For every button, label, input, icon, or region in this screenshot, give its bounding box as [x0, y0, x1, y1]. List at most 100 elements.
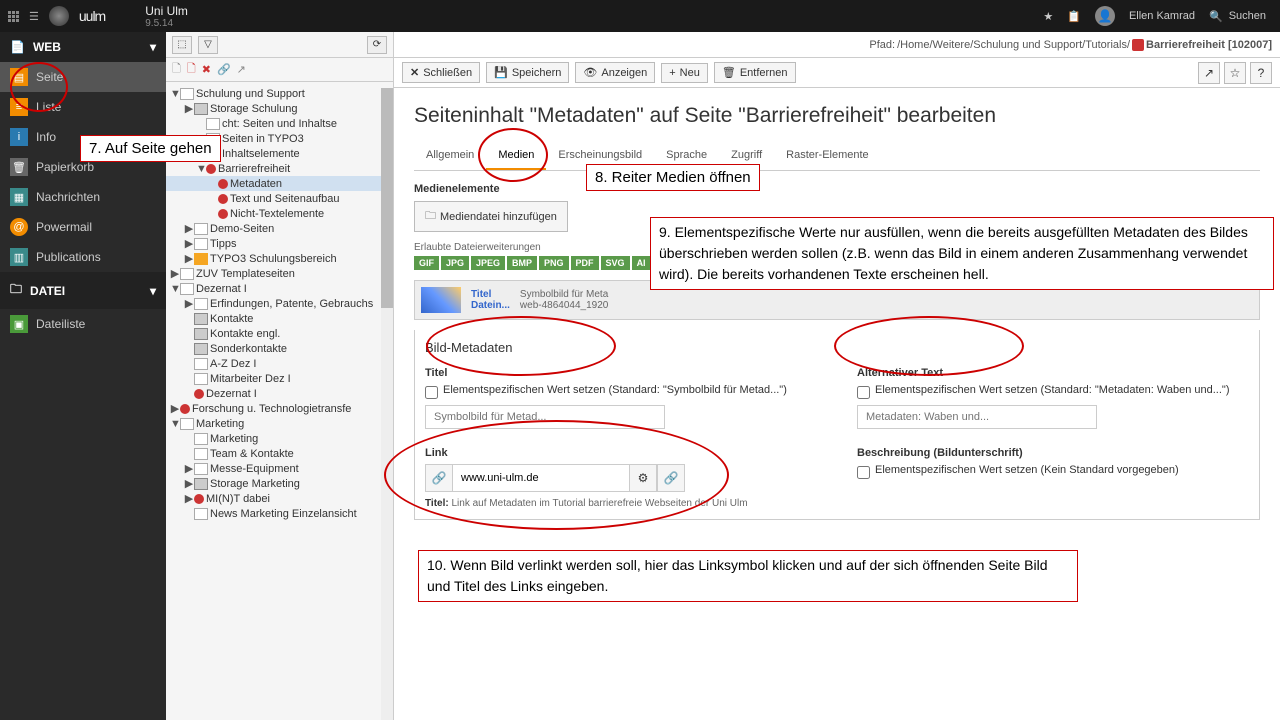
- checkbox-titel[interactable]: [425, 386, 438, 399]
- tree-btn-1[interactable]: ⬚: [172, 36, 192, 54]
- tree-node[interactable]: ▶MI(N)T dabei: [166, 491, 393, 506]
- section-media: Medienelemente: [414, 183, 1260, 195]
- tree-node[interactable]: Text und Seitenaufbau: [166, 191, 393, 206]
- search-label[interactable]: Suchen: [1229, 10, 1266, 22]
- tree-node[interactable]: ▼Barrierefreiheit: [166, 161, 393, 176]
- sidebar-item-seite[interactable]: ▤Seite: [0, 62, 166, 92]
- star-icon[interactable]: ☆: [1224, 62, 1246, 84]
- annotation-9: 9. Elementspezifische Werte nur ausfülle…: [650, 217, 1274, 290]
- new-button[interactable]: +Neu: [661, 63, 708, 83]
- new-page-red-icon[interactable]: 🗋: [187, 60, 196, 79]
- folder-icon: 🗀: [425, 207, 436, 226]
- input-link[interactable]: [453, 464, 629, 492]
- ext-icon[interactable]: ↗: [237, 63, 246, 76]
- sidebar-item-publications[interactable]: ▥Publications: [0, 242, 166, 272]
- input-alt[interactable]: [857, 405, 1097, 429]
- add-media-button[interactable]: 🗀Mediendatei hinzufügen: [414, 201, 568, 232]
- sidebar-item-liste[interactable]: ≡Liste: [0, 92, 166, 122]
- annotation-7: 7. Auf Seite gehen: [80, 135, 221, 162]
- filter-icon[interactable]: ▽: [198, 36, 218, 54]
- checkbox-alt[interactable]: [857, 386, 870, 399]
- close-button[interactable]: ✕Schließen: [402, 62, 480, 83]
- logo-icon: [49, 6, 69, 26]
- link-wizard-icon[interactable]: ⚙: [629, 464, 657, 492]
- apps-icon[interactable]: [8, 11, 19, 22]
- remove-button[interactable]: 🗑Entfernen: [714, 62, 796, 83]
- tree-node[interactable]: Mitarbeiter Dez I: [166, 371, 393, 386]
- tree-node[interactable]: ▼Schulung und Support: [166, 86, 393, 101]
- tree-node[interactable]: Kontakte engl.: [166, 326, 393, 341]
- label-link: Link: [425, 447, 817, 459]
- link-title-text: Titel: Link auf Metadaten im Tutorial ba…: [425, 498, 817, 509]
- sidebar-group-datei[interactable]: 🗀DATEI▾: [0, 272, 166, 309]
- filelist-icon: ▣: [10, 315, 28, 333]
- external-icon[interactable]: ↗: [1198, 62, 1220, 84]
- tree-node[interactable]: Sonderkontakte: [166, 341, 393, 356]
- link-chain-icon: 🔗: [425, 464, 453, 492]
- powermail-icon: @: [10, 218, 28, 236]
- tree-node[interactable]: ▶Tipps: [166, 236, 393, 251]
- label-alt: Alternativer Text: [857, 367, 1249, 379]
- tree-node[interactable]: ▶ZUV Templateseiten: [166, 266, 393, 281]
- tree-node[interactable]: News Marketing Einzelansicht: [166, 506, 393, 521]
- link-small-icon[interactable]: 🔗: [217, 63, 231, 76]
- user-name[interactable]: Ellen Kamrad: [1129, 10, 1195, 22]
- tree-node[interactable]: Dezernat I: [166, 386, 393, 401]
- tree-node[interactable]: ▶Storage Schulung: [166, 101, 393, 116]
- tree-node[interactable]: Team & Kontakte: [166, 446, 393, 461]
- tab-medien[interactable]: Medien: [486, 142, 546, 170]
- page-icon: ▤: [10, 68, 28, 86]
- save-button[interactable]: 💾Speichern: [486, 62, 569, 83]
- tree-node[interactable]: ▶Storage Marketing: [166, 476, 393, 491]
- tree-node[interactable]: ▶Demo-Seiten: [166, 221, 393, 236]
- section-bildmeta: Bild-Metadaten: [425, 340, 1249, 355]
- tab-raster[interactable]: Raster-Elemente: [774, 142, 881, 170]
- clipboard-icon[interactable]: 📋: [1067, 10, 1081, 23]
- tree-node[interactable]: Nicht-Textelemente: [166, 206, 393, 221]
- new-page-del-icon[interactable]: ✖: [202, 63, 211, 76]
- topbar: ☰ uulm Uni Ulm 9.5.14 ★ 📋 👤 Ellen Kamrad…: [0, 0, 1280, 32]
- search-icon[interactable]: 🔍: [1209, 10, 1223, 23]
- label-beschr: Beschreibung (Bildunterschrift): [857, 447, 1249, 459]
- view-button[interactable]: 👁Anzeigen: [575, 62, 655, 83]
- label-titel: Titel: [425, 367, 817, 379]
- tree-scrollbar[interactable]: [381, 88, 393, 720]
- logo-text: uulm: [79, 8, 105, 24]
- annotation-10: 10. Wenn Bild verlinkt werden soll, hier…: [418, 550, 1078, 602]
- content: Pfad: /Home/Weitere/Schulung und Support…: [394, 32, 1280, 720]
- site-name: Uni Ulm: [145, 4, 188, 18]
- annotation-8: 8. Reiter Medien öffnen: [586, 164, 760, 191]
- bookmark-icon[interactable]: ★: [1043, 10, 1053, 23]
- checkbox-beschr[interactable]: [857, 466, 870, 479]
- refresh-icon[interactable]: ⟳: [367, 36, 387, 54]
- avatar[interactable]: 👤: [1095, 6, 1115, 26]
- tree-node[interactable]: ▼Marketing: [166, 416, 393, 431]
- input-titel[interactable]: [425, 405, 665, 429]
- link-picker-icon[interactable]: 🔗: [657, 464, 685, 492]
- sidebar-item-dateiliste[interactable]: ▣Dateiliste: [0, 309, 166, 339]
- sidebar-group-web[interactable]: 📄WEB▾: [0, 32, 166, 62]
- tree-node[interactable]: ▶Forschung u. Technologietransfe: [166, 401, 393, 416]
- tree-node-metadaten[interactable]: Metadaten: [166, 176, 393, 191]
- tree-node[interactable]: A-Z Dez I: [166, 356, 393, 371]
- site-version: 9.5.14: [145, 18, 188, 29]
- tabs: Allgemein Medien Erscheinungsbild Sprach…: [414, 142, 1260, 171]
- info-icon: i: [10, 128, 28, 146]
- help-icon[interactable]: ?: [1250, 62, 1272, 84]
- tree-node[interactable]: ▶TYPO3 Schulungsbereich: [166, 251, 393, 266]
- tab-allgemein[interactable]: Allgemein: [414, 142, 486, 170]
- lock-icon: [1132, 39, 1144, 51]
- tree-node[interactable]: ▶Messe-Equipment: [166, 461, 393, 476]
- new-page-icon[interactable]: 🗋: [172, 60, 181, 79]
- news-icon: ▦: [10, 188, 28, 206]
- sidebar-item-nachrichten[interactable]: ▦Nachrichten: [0, 182, 166, 212]
- pub-icon: ▥: [10, 248, 28, 266]
- sidebar-item-powermail[interactable]: @Powermail: [0, 212, 166, 242]
- tree-node[interactable]: Kontakte: [166, 311, 393, 326]
- tree-node[interactable]: Marketing: [166, 431, 393, 446]
- thumbnail: [421, 287, 461, 313]
- tree-node[interactable]: ▶Erfindungen, Patente, Gebrauchs: [166, 296, 393, 311]
- tree-node[interactable]: cht: Seiten und Inhaltse: [166, 116, 393, 131]
- list-icon[interactable]: ☰: [29, 10, 39, 23]
- tree-node[interactable]: ▼Dezernat I: [166, 281, 393, 296]
